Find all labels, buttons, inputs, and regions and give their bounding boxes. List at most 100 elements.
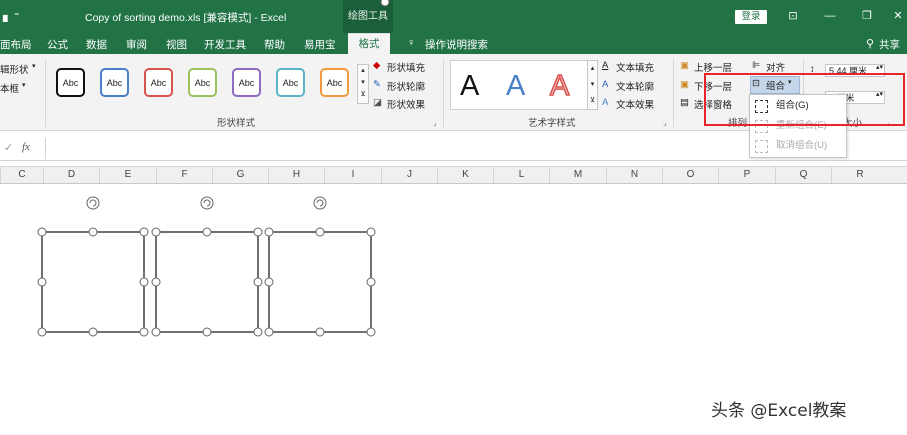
column-header-e[interactable]: E [99,167,156,183]
resize-handle[interactable] [366,327,376,337]
wordart-gallery-scroll[interactable]: ▴ ▾ ⊻ [587,60,598,110]
align-icon: ⊫ [752,60,761,71]
resize-handle[interactable] [151,227,161,237]
resize-handle[interactable] [253,327,263,337]
resize-handle[interactable] [139,277,149,287]
column-header-j[interactable]: J [381,167,437,183]
restore-icon[interactable]: ❐ [858,8,876,24]
dialog-launcher-icon[interactable]: ⌟ [433,118,437,127]
minimize-icon[interactable]: — [821,8,839,24]
column-header-h[interactable]: H [268,167,324,183]
shape-style-black[interactable]: Abc [56,68,85,97]
rotate-handle-icon[interactable] [200,196,214,210]
height-spinner[interactable]: ▴▾ [876,63,883,71]
resize-handle[interactable] [264,227,274,237]
resize-handle[interactable] [264,327,274,337]
resize-handle[interactable] [151,277,161,287]
shape-style-blue[interactable]: Abc [100,68,129,97]
title-bar: ▖ ⁼ Copy of sorting demo.xls [兼容模式] - Ex… [0,0,907,33]
save-icon[interactable]: ▖ [3,8,12,22]
column-header-o[interactable]: O [662,167,718,183]
shape-style-purple[interactable]: Abc [232,68,261,97]
align-button[interactable]: 对齐 [766,60,785,74]
resize-handle[interactable] [315,327,325,337]
shape-style-red[interactable]: Abc [144,68,173,97]
tab-data[interactable]: 数据 [86,37,107,52]
shape-outline-button[interactable]: 形状轮廓 [387,79,425,93]
qat-dropdown-icon[interactable]: ⁼ [14,10,20,22]
resize-handle[interactable] [151,327,161,337]
function-icon[interactable]: fx [22,141,30,153]
text-box-button[interactable]: 本框 [0,81,19,95]
wordart-style-red-outline[interactable]: A [549,69,570,103]
selection-pane-icon: ▤ [680,97,689,108]
column-header-q[interactable]: Q [775,167,831,183]
dialog-launcher-icon[interactable]: ⌟ [663,118,667,127]
column-header-k[interactable]: K [437,167,493,183]
resize-handle[interactable] [37,327,47,337]
resize-handle[interactable] [202,227,212,237]
edit-shape-button[interactable]: 辑形状 [0,62,29,76]
shape-effect-button[interactable]: 形状效果 [387,97,425,111]
column-header-r[interactable]: R [831,167,888,183]
resize-handle[interactable] [366,227,376,237]
column-header-p[interactable]: P [718,167,775,183]
checkmark-icon[interactable]: ✓ [4,141,13,154]
shape-3[interactable] [268,231,372,333]
shape-1[interactable] [41,231,145,333]
resize-handle[interactable] [366,277,376,287]
resize-handle[interactable] [253,227,263,237]
close-icon[interactable]: ✕ [889,8,907,24]
selection-handles[interactable] [37,196,376,337]
resize-handle[interactable] [37,227,47,237]
text-fill-button[interactable]: 文本填充 [616,60,654,74]
resize-handle[interactable] [88,227,98,237]
edit-shape-dropdown-icon[interactable]: ▾ [32,62,36,70]
tab-view[interactable]: 视图 [166,37,187,52]
tab-formula[interactable]: 公式 [47,37,68,52]
column-header-c[interactable]: C [0,167,43,183]
shape-2[interactable] [155,231,259,333]
shape-style-orange[interactable]: Abc [320,68,349,97]
bring-forward-button[interactable]: 上移一层 [694,60,732,74]
tab-format[interactable]: 格式 [348,33,390,55]
login-button[interactable]: 登录 [735,10,767,24]
rotate-handle-icon[interactable] [313,196,327,210]
text-box-dropdown-icon[interactable]: ▾ [22,81,26,89]
tab-developer[interactable]: 开发工具 [204,37,246,52]
rotate-handle-icon[interactable] [86,196,100,210]
resize-handle[interactable] [264,277,274,287]
column-header-i[interactable]: I [324,167,381,183]
column-header-g[interactable]: G [212,167,268,183]
column-header-l[interactable]: L [493,167,549,183]
tab-help[interactable]: 帮助 [264,37,285,52]
shape-style-green[interactable]: Abc [188,68,217,97]
column-header-n[interactable]: N [606,167,662,183]
resize-handle[interactable] [139,327,149,337]
column-header-f[interactable]: F [156,167,212,183]
text-effect-button[interactable]: 文本效果 [616,97,654,111]
window-title: Copy of sorting demo.xls [兼容模式] - Excel [85,12,287,24]
tab-page-layout[interactable]: 面布局 [0,37,32,52]
column-header-d[interactable]: D [43,167,99,183]
tab-review[interactable]: 审阅 [126,37,147,52]
resize-handle[interactable] [253,277,263,287]
shape-style-teal[interactable]: Abc [276,68,305,97]
column-header-m[interactable]: M [549,167,606,183]
resize-handle[interactable] [37,277,47,287]
menu-item-ungroup[interactable]: 取消组合(U) [750,136,846,156]
resize-handle[interactable] [315,227,325,237]
tab-easy[interactable]: 易用宝 [304,37,336,52]
gallery-scroll[interactable]: ▴ ▾ ⊻ [357,64,369,104]
tell-me-search[interactable]: 操作说明搜索 [425,37,488,52]
resize-handle[interactable] [202,327,212,337]
shape-fill-button[interactable]: 形状填充 [387,60,425,74]
wordart-style-blue[interactable]: A [506,70,525,103]
share-button[interactable]: 共享 [879,37,900,52]
resize-handle[interactable] [88,327,98,337]
text-outline-button[interactable]: 文本轮廓 [616,79,654,93]
ribbon-display-options-icon[interactable]: ⊡ [784,8,802,24]
wordart-style-black[interactable]: A [460,70,479,103]
shape-effect-icon: ◪ [373,97,382,108]
resize-handle[interactable] [139,227,149,237]
